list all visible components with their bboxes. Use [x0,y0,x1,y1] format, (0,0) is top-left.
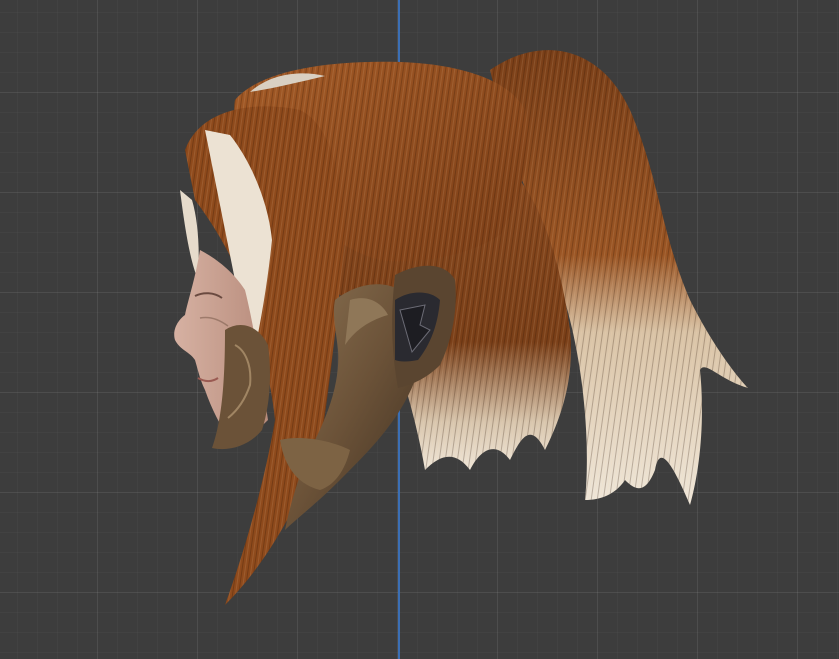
character-head-model[interactable] [0,0,839,659]
3d-viewport[interactable] [0,0,839,659]
